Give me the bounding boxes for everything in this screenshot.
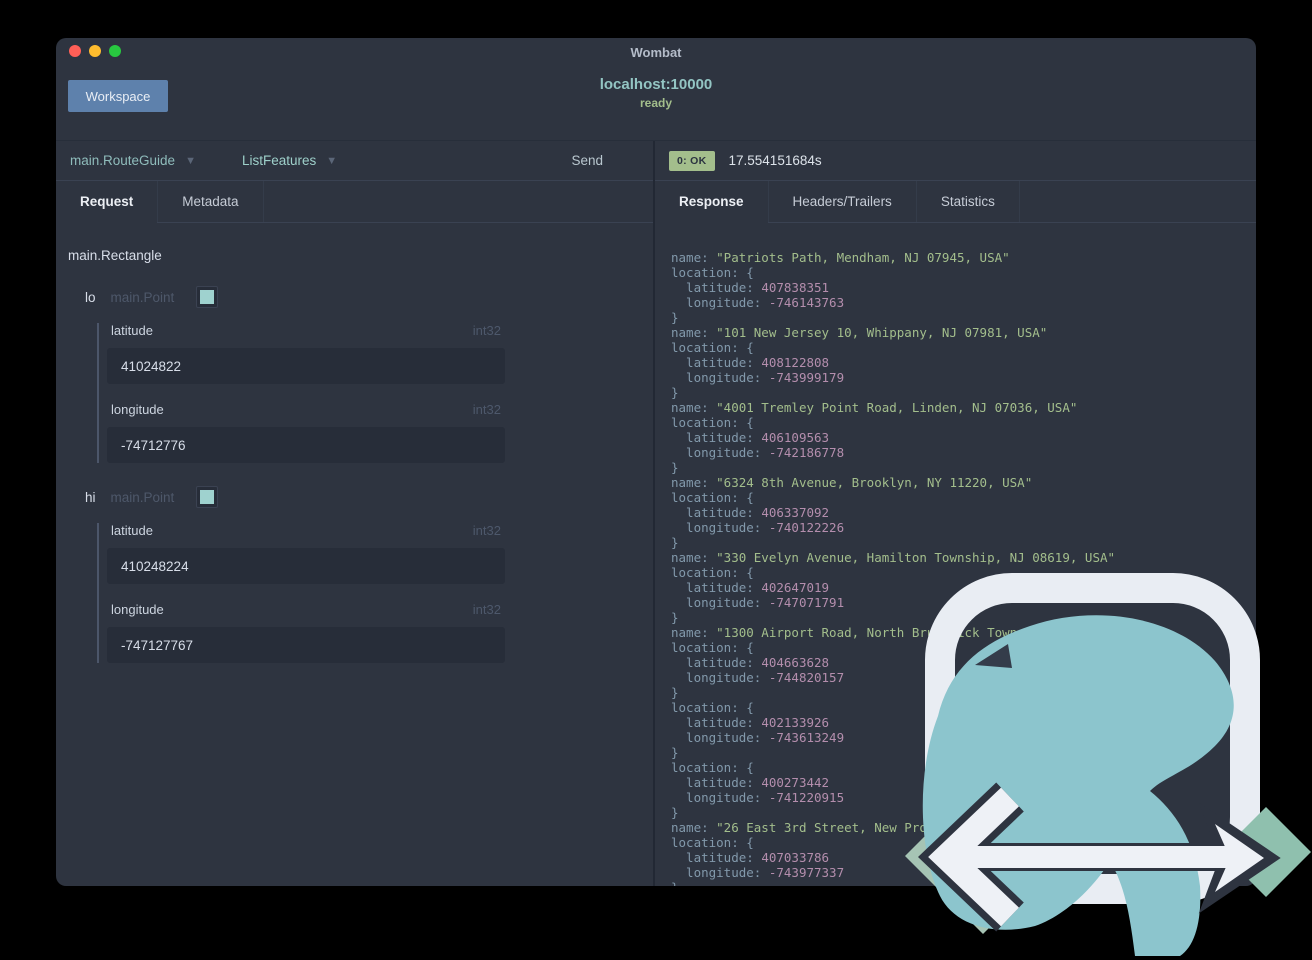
duration-label: 17.554151684s: [728, 153, 822, 168]
longitude-label-row: longitude int32: [111, 602, 501, 617]
server-info: localhost:10000 ready: [56, 76, 1256, 110]
field-label: longitude: [111, 602, 164, 617]
server-address: localhost:10000: [599, 76, 713, 93]
longitude-label-row: longitude int32: [111, 402, 501, 417]
field-label: latitude: [111, 323, 153, 338]
method-select[interactable]: ListFeatures ▼: [196, 153, 337, 168]
response-body: name: "Patriots Path, Mendham, NJ 07945,…: [671, 250, 1168, 886]
hi-longitude-input[interactable]: [107, 627, 505, 663]
request-tabs: Request Metadata: [56, 181, 653, 223]
field-type-label: int32: [472, 523, 501, 538]
lo-checkbox[interactable]: [196, 286, 219, 308]
server-status: ready: [639, 96, 673, 110]
chevron-down-icon: ▼: [185, 154, 196, 167]
field-type: main.Point: [110, 489, 175, 505]
request-form: main.Rectangle lo main.Point latitude in…: [56, 223, 653, 663]
response-content[interactable]: name: "Patriots Path, Mendham, NJ 07945,…: [655, 223, 1256, 886]
field-label: longitude: [111, 402, 164, 417]
message-type-label: main.Rectangle: [68, 248, 162, 263]
tab-response[interactable]: Response: [655, 181, 769, 223]
response-tabs: Response Headers/Trailers Statistics: [655, 181, 1256, 223]
lo-longitude-input[interactable]: [107, 427, 505, 463]
response-toolbar: 0: OK 17.554151684s: [655, 141, 1256, 181]
lo-latitude-input[interactable]: [107, 348, 505, 384]
method-select-value: ListFeatures: [241, 153, 317, 168]
service-select-value: main.RouteGuide: [70, 153, 176, 168]
response-pane: 0: OK 17.554151684s Response Headers/Tra…: [655, 141, 1256, 886]
field-type-label: int32: [472, 402, 501, 417]
field-label: latitude: [111, 523, 153, 538]
field-hi-header: hi main.Point: [85, 486, 653, 508]
request-content: main.Rectangle lo main.Point latitude in…: [56, 223, 653, 886]
hi-checkbox[interactable]: [196, 486, 219, 508]
field-type-label: int32: [472, 602, 501, 617]
status-badge: 0: OK: [669, 150, 715, 171]
checkbox-mark-icon: [200, 290, 215, 304]
send-button[interactable]: Send: [571, 153, 603, 168]
tab-statistics[interactable]: Statistics: [917, 181, 1020, 222]
header: Workspace localhost:10000 ready: [56, 38, 1256, 140]
chevron-down-icon: ▼: [326, 154, 338, 167]
main-split: main.RouteGuide ▼ ListFeatures ▼ Send Re…: [56, 140, 1256, 886]
tab-request[interactable]: Request: [56, 181, 159, 223]
wombat-window: Wombat Workspace localhost:10000 ready m…: [56, 38, 1256, 886]
field-name: lo: [85, 289, 96, 305]
desktop: { "window": { "title": "Wombat" }, "head…: [0, 0, 1312, 960]
field-type: main.Point: [110, 289, 175, 305]
field-hi-group: latitude int32 longitude int32: [97, 523, 505, 663]
service-select[interactable]: main.RouteGuide ▼: [70, 153, 196, 168]
latitude-label-row: latitude int32: [111, 323, 501, 338]
checkbox-mark-icon: [200, 490, 215, 504]
field-type-label: int32: [472, 323, 501, 338]
field-lo-group: latitude int32 longitude int32: [97, 323, 505, 463]
request-toolbar: main.RouteGuide ▼ ListFeatures ▼ Send: [56, 141, 653, 181]
request-pane: main.RouteGuide ▼ ListFeatures ▼ Send Re…: [56, 141, 655, 886]
tab-metadata[interactable]: Metadata: [158, 181, 264, 222]
tab-headers-trailers[interactable]: Headers/Trailers: [769, 181, 917, 222]
hi-latitude-input[interactable]: [107, 548, 505, 584]
latitude-label-row: latitude int32: [111, 523, 501, 538]
field-lo-header: lo main.Point: [85, 286, 653, 308]
field-name: hi: [85, 489, 96, 505]
